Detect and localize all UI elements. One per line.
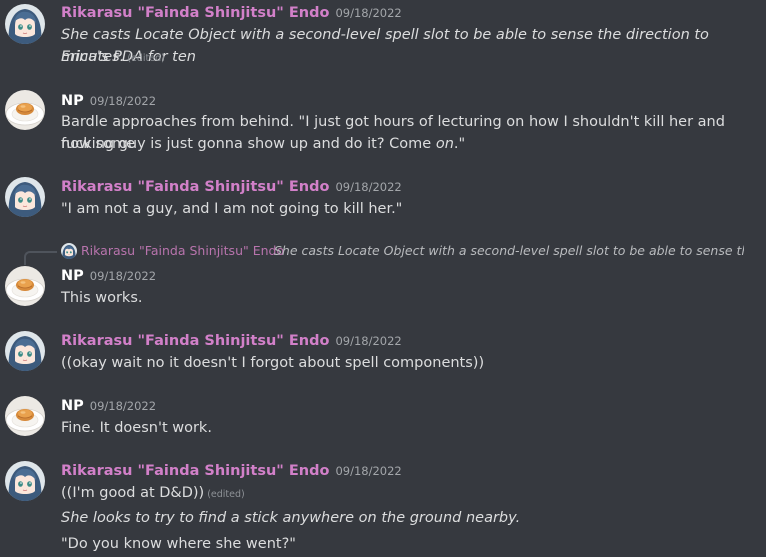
- reply-preview[interactable]: She casts Locate Object with a second-le…: [274, 240, 744, 262]
- timestamp: 09/18/2022: [335, 6, 402, 20]
- message-text-emphasis: on: [435, 136, 454, 152]
- message-header: Rikarasu "Fainda Shinjitsu" Endo 09/18/20…: [61, 176, 402, 196]
- user-avatar[interactable]: [5, 396, 45, 436]
- message-text: minutes. (edited): [61, 46, 746, 70]
- timestamp: 09/18/2022: [335, 464, 402, 478]
- author-name[interactable]: Rikarasu "Fainda Shinjitsu" Endo: [61, 333, 329, 349]
- author-name[interactable]: Rikarasu "Fainda Shinjitsu" Endo: [61, 5, 329, 21]
- reply-reference[interactable]: Rikarasu "Fainda Shinjitsu" Endo She cas…: [0, 240, 766, 265]
- message-header: Rikarasu "Fainda Shinjitsu" Endo 09/18/20…: [61, 330, 402, 350]
- reply-spine: [24, 251, 57, 265]
- reply-avatar: [61, 243, 77, 259]
- message-text: Fine. It doesn't work.: [61, 420, 212, 436]
- message-header: NP 09/18/2022: [61, 395, 156, 415]
- message-header: Rikarasu "Fainda Shinjitsu" Endo 09/18/20…: [61, 2, 402, 22]
- timestamp: 09/18/2022: [335, 334, 402, 348]
- author-name[interactable]: NP: [61, 93, 84, 109]
- message-text: This works.: [61, 290, 143, 306]
- message-text: fucking guy is just gonna show up and do…: [61, 133, 746, 155]
- message-header: NP 09/18/2022: [61, 265, 156, 285]
- user-avatar[interactable]: [5, 4, 45, 44]
- timestamp: 09/18/2022: [89, 399, 157, 413]
- message-text: "I am not a guy, and I am not going to k…: [61, 201, 403, 217]
- timestamp: 09/18/2022: [89, 94, 157, 108]
- message-text: "Do you know where she went?": [61, 536, 296, 552]
- user-avatar[interactable]: [5, 461, 45, 501]
- message-text: ((okay wait no it doesn't I forgot about…: [61, 355, 485, 371]
- message-header: NP 09/18/2022: [61, 90, 156, 110]
- timestamp: 09/18/2022: [89, 269, 157, 283]
- message-header: Rikarasu "Fainda Shinjitsu" Endo 09/18/20…: [61, 460, 402, 480]
- author-name[interactable]: Rikarasu "Fainda Shinjitsu" Endo: [61, 463, 329, 479]
- edited-label: (edited): [127, 53, 165, 64]
- user-avatar[interactable]: [5, 266, 45, 306]
- user-avatar[interactable]: [5, 177, 45, 217]
- timestamp: 09/18/2022: [335, 180, 402, 194]
- author-name[interactable]: NP: [61, 398, 84, 414]
- user-avatar[interactable]: [5, 331, 45, 371]
- chat-log: Rikarasu "Fainda Shinjitsu" Endo 09/18/20…: [0, 0, 766, 557]
- message-text-part: ((I'm good at D&D)): [61, 485, 205, 501]
- reply-author[interactable]: Rikarasu "Fainda Shinjitsu" Endo: [81, 240, 284, 262]
- message-text: She looks to try to find a stick anywher…: [61, 510, 521, 526]
- edited-label: (edited): [207, 489, 245, 500]
- author-name[interactable]: NP: [61, 268, 84, 284]
- user-avatar[interactable]: [5, 90, 45, 130]
- message-text-part: .": [453, 136, 466, 152]
- message-text: ((I'm good at D&D)) (edited): [61, 482, 746, 506]
- author-name[interactable]: Rikarasu "Fainda Shinjitsu" Endo: [61, 179, 329, 195]
- message-text-part: minutes.: [61, 49, 125, 65]
- message-text-part: fucking guy is just gonna show up and do…: [61, 136, 436, 152]
